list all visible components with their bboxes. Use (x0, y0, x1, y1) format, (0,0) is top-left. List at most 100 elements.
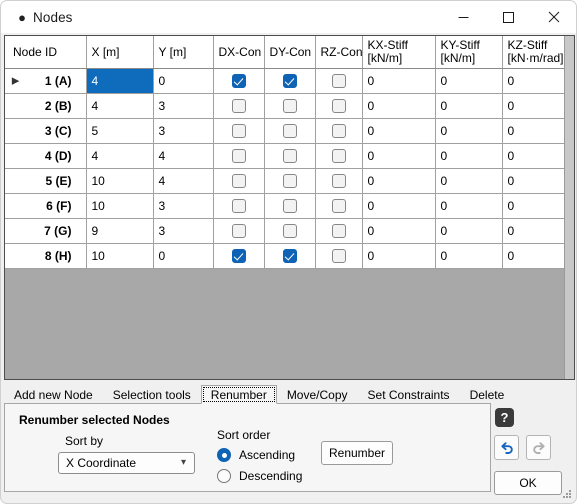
cell-rz-con[interactable] (315, 218, 363, 244)
tab-set-constraints[interactable]: Set Constraints (357, 385, 460, 404)
tab-delete[interactable]: Delete (459, 385, 515, 404)
cell-y[interactable]: 0 (153, 243, 214, 269)
dy-con-checkbox[interactable] (282, 224, 297, 238)
resize-grip[interactable] (563, 490, 573, 500)
cell-rz-con[interactable] (315, 168, 363, 194)
dy-con-checkbox[interactable] (282, 74, 297, 88)
cell-y[interactable]: 4 (153, 143, 214, 169)
cell-ky-stiff[interactable]: 0 (435, 243, 503, 269)
cell-kx-stiff[interactable]: 0 (362, 243, 436, 269)
cell-kz-stiff[interactable]: 0 (502, 218, 566, 244)
table-row[interactable]: 8 (H) 10 0 0 0 0 (5, 243, 566, 269)
tab-move-copy[interactable]: Move/Copy (276, 385, 358, 404)
cell-node-id[interactable]: 3 (C) (5, 118, 87, 144)
dx-con-checkbox[interactable] (231, 149, 246, 163)
column-header-kz-stiff[interactable]: KZ-Stiff [kN·m/rad] (502, 36, 566, 69)
cell-kz-stiff[interactable]: 0 (502, 93, 566, 119)
cell-x[interactable]: 10 (86, 168, 154, 194)
table-row[interactable]: 2 (B) 4 3 0 0 0 (5, 93, 566, 119)
table-row[interactable]: 6 (F) 10 3 0 0 0 (5, 193, 566, 219)
rz-con-checkbox[interactable] (331, 174, 346, 188)
cell-x[interactable]: 4 (86, 93, 154, 119)
dy-con-checkbox[interactable] (282, 174, 297, 188)
tab-selection-tools[interactable]: Selection tools (102, 385, 201, 404)
cell-dx-con[interactable] (213, 118, 265, 144)
column-header-y-m[interactable]: Y [m] (153, 36, 214, 69)
tab-add-new-node[interactable]: Add new Node (4, 385, 103, 404)
cell-rz-con[interactable] (315, 243, 363, 269)
radio-descending[interactable]: Descending (217, 469, 302, 483)
column-header-rz-con[interactable]: RZ-Con (315, 36, 363, 69)
cell-x[interactable]: 4 (86, 68, 154, 94)
radio-ascending[interactable]: Ascending (217, 448, 295, 462)
undo-button[interactable] (494, 435, 519, 460)
cell-y[interactable]: 4 (153, 168, 214, 194)
cell-dx-con[interactable] (213, 93, 265, 119)
cell-dx-con[interactable] (213, 143, 265, 169)
cell-kz-stiff[interactable]: 0 (502, 118, 566, 144)
cell-node-id[interactable]: ▶ 1 (A) (5, 68, 87, 94)
cell-kx-stiff[interactable]: 0 (362, 118, 436, 144)
cell-y[interactable]: 3 (153, 118, 214, 144)
vertical-scrollbar[interactable] (564, 36, 574, 379)
dx-con-checkbox[interactable] (231, 99, 246, 113)
cell-rz-con[interactable] (315, 93, 363, 119)
redo-button[interactable] (526, 435, 551, 460)
table-row[interactable]: ▶ 1 (A) 4 0 0 0 0 (5, 68, 566, 94)
cell-x[interactable]: 4 (86, 143, 154, 169)
cell-ky-stiff[interactable]: 0 (435, 68, 503, 94)
table-row[interactable]: 7 (G) 9 3 0 0 0 (5, 218, 566, 244)
cell-kz-stiff[interactable]: 0 (502, 243, 566, 269)
renumber-button[interactable]: Renumber (321, 441, 393, 465)
ok-button[interactable]: OK (494, 471, 562, 495)
cell-kz-stiff[interactable]: 0 (502, 68, 566, 94)
cell-kz-stiff[interactable]: 0 (502, 193, 566, 219)
cell-y[interactable]: 3 (153, 193, 214, 219)
cell-rz-con[interactable] (315, 68, 363, 94)
dy-con-checkbox[interactable] (282, 249, 297, 263)
cell-dy-con[interactable] (264, 118, 316, 144)
table-row[interactable]: 3 (C) 5 3 0 0 0 (5, 118, 566, 144)
rz-con-checkbox[interactable] (331, 99, 346, 113)
cell-rz-con[interactable] (315, 193, 363, 219)
cell-x[interactable]: 5 (86, 118, 154, 144)
cell-ky-stiff[interactable]: 0 (435, 193, 503, 219)
rz-con-checkbox[interactable] (331, 149, 346, 163)
cell-kx-stiff[interactable]: 0 (362, 93, 436, 119)
cell-dy-con[interactable] (264, 243, 316, 269)
cell-kx-stiff[interactable]: 0 (362, 168, 436, 194)
cell-kz-stiff[interactable]: 0 (502, 168, 566, 194)
cell-dy-con[interactable] (264, 193, 316, 219)
rz-con-checkbox[interactable] (331, 249, 346, 263)
cell-x[interactable]: 9 (86, 218, 154, 244)
sort-by-select[interactable]: X Coordinate ▾ (58, 452, 195, 474)
cell-dx-con[interactable] (213, 193, 265, 219)
dx-con-checkbox[interactable] (231, 124, 246, 138)
rz-con-checkbox[interactable] (331, 199, 346, 213)
dy-con-checkbox[interactable] (282, 99, 297, 113)
cell-ky-stiff[interactable]: 0 (435, 218, 503, 244)
help-icon[interactable]: ? (495, 408, 514, 427)
table-row[interactable]: 5 (E) 10 4 0 0 0 (5, 168, 566, 194)
dy-con-checkbox[interactable] (282, 199, 297, 213)
cell-kx-stiff[interactable]: 0 (362, 68, 436, 94)
cell-dy-con[interactable] (264, 218, 316, 244)
cell-ky-stiff[interactable]: 0 (435, 118, 503, 144)
column-header-node-id[interactable]: Node ID (5, 36, 87, 69)
cell-y[interactable]: 3 (153, 218, 214, 244)
cell-node-id[interactable]: 7 (G) (5, 218, 87, 244)
cell-x[interactable]: 10 (86, 243, 154, 269)
rz-con-checkbox[interactable] (331, 124, 346, 138)
column-header-dx-con[interactable]: DX-Con (213, 36, 265, 69)
cell-ky-stiff[interactable]: 0 (435, 168, 503, 194)
tab-renumber[interactable]: Renumber (200, 385, 277, 404)
cell-rz-con[interactable] (315, 118, 363, 144)
dy-con-checkbox[interactable] (282, 149, 297, 163)
cell-kx-stiff[interactable]: 0 (362, 218, 436, 244)
cell-dy-con[interactable] (264, 93, 316, 119)
cell-dx-con[interactable] (213, 68, 265, 94)
cell-dx-con[interactable] (213, 243, 265, 269)
cell-node-id[interactable]: 5 (E) (5, 168, 87, 194)
maximize-button[interactable] (486, 1, 531, 33)
dy-con-checkbox[interactable] (282, 124, 297, 138)
